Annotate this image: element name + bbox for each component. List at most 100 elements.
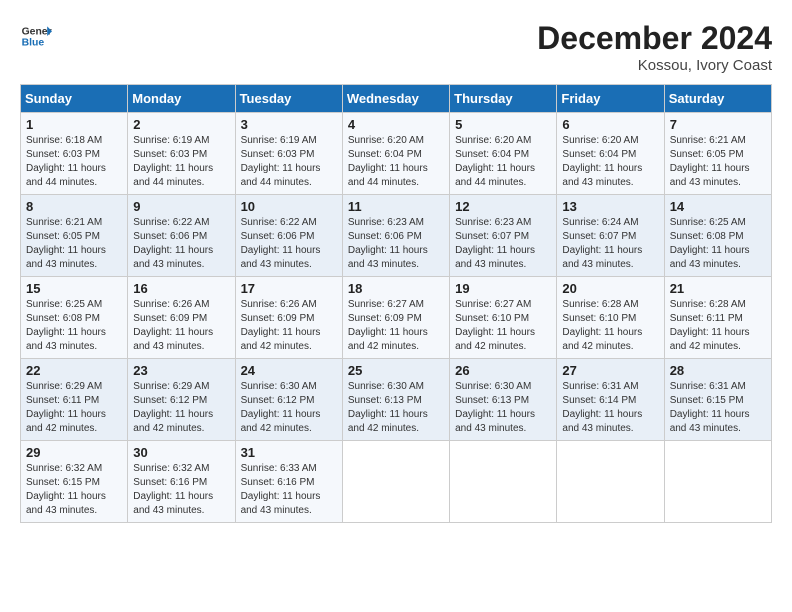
calendar-cell: 25 Sunrise: 6:30 AMSunset: 6:13 PMDayligh… (342, 359, 449, 441)
day-info: Sunrise: 6:25 AMSunset: 6:08 PMDaylight:… (26, 298, 122, 354)
logo-icon: General Blue (20, 20, 52, 52)
title-block: December 2024 Kossou, Ivory Coast (537, 20, 772, 74)
day-info: Sunrise: 6:24 AMSunset: 6:07 PMDaylight:… (562, 216, 658, 272)
day-info: Sunrise: 6:31 AMSunset: 6:15 PMDaylight:… (670, 380, 766, 436)
day-number: 17 (241, 281, 337, 296)
day-number: 21 (670, 281, 766, 296)
calendar-cell: 18 Sunrise: 6:27 AMSunset: 6:09 PMDayligh… (342, 277, 449, 359)
calendar-week-3: 15 Sunrise: 6:25 AMSunset: 6:08 PMDayligh… (21, 277, 772, 359)
day-number: 18 (348, 281, 444, 296)
calendar-cell: 13 Sunrise: 6:24 AMSunset: 6:07 PMDayligh… (557, 195, 664, 277)
day-number: 8 (26, 199, 122, 214)
calendar-cell (664, 441, 771, 523)
day-info: Sunrise: 6:32 AMSunset: 6:15 PMDaylight:… (26, 462, 122, 518)
day-number: 31 (241, 445, 337, 460)
calendar-table: Sunday Monday Tuesday Wednesday Thursday… (20, 84, 772, 523)
calendar-cell: 16 Sunrise: 6:26 AMSunset: 6:09 PMDayligh… (128, 277, 235, 359)
day-info: Sunrise: 6:22 AMSunset: 6:06 PMDaylight:… (133, 216, 229, 272)
header-monday: Monday (128, 85, 235, 113)
day-info: Sunrise: 6:28 AMSunset: 6:11 PMDaylight:… (670, 298, 766, 354)
calendar-cell: 23Sunrise: 6:29 AMSunset: 6:12 PMDayligh… (128, 359, 235, 441)
day-info: Sunrise: 6:27 AMSunset: 6:10 PMDaylight:… (455, 298, 551, 354)
day-number: 3 (241, 117, 337, 132)
header-thursday: Thursday (450, 85, 557, 113)
day-info: Sunrise: 6:18 AMSunset: 6:03 PMDaylight:… (26, 134, 122, 190)
day-info: Sunrise: 6:27 AMSunset: 6:09 PMDaylight:… (348, 298, 444, 354)
month-year: December 2024 (537, 20, 772, 57)
calendar-cell: 29Sunrise: 6:32 AMSunset: 6:15 PMDayligh… (21, 441, 128, 523)
calendar-week-4: 22 Sunrise: 6:29 AMSunset: 6:11 PMDayligh… (21, 359, 772, 441)
calendar-cell: 24 Sunrise: 6:30 AMSunset: 6:12 PMDayligh… (235, 359, 342, 441)
calendar-cell: 8 Sunrise: 6:21 AMSunset: 6:05 PMDaylight… (21, 195, 128, 277)
day-number: 30 (133, 445, 229, 460)
day-number: 12 (455, 199, 551, 214)
day-number: 1 (26, 117, 122, 132)
day-number: 13 (562, 199, 658, 214)
calendar-week-1: 1 Sunrise: 6:18 AMSunset: 6:03 PMDaylight… (21, 113, 772, 195)
header-saturday: Saturday (664, 85, 771, 113)
calendar-cell (342, 441, 449, 523)
day-info: Sunrise: 6:21 AMSunset: 6:05 PMDaylight:… (26, 216, 122, 272)
day-number: 10 (241, 199, 337, 214)
calendar-cell: 14Sunrise: 6:25 AMSunset: 6:08 PMDayligh… (664, 195, 771, 277)
calendar-cell: 27 Sunrise: 6:31 AMSunset: 6:14 PMDayligh… (557, 359, 664, 441)
location: Kossou, Ivory Coast (537, 57, 772, 74)
day-info: Sunrise: 6:31 AMSunset: 6:14 PMDaylight:… (562, 380, 658, 436)
calendar-cell: 11 Sunrise: 6:23 AMSunset: 6:06 PMDayligh… (342, 195, 449, 277)
day-info: Sunrise: 6:30 AMSunset: 6:13 PMDaylight:… (455, 380, 551, 436)
header-tuesday: Tuesday (235, 85, 342, 113)
day-info: Sunrise: 6:25 AMSunset: 6:08 PMDaylight:… (670, 216, 766, 272)
calendar-cell: 15 Sunrise: 6:25 AMSunset: 6:08 PMDayligh… (21, 277, 128, 359)
calendar-cell: 30 Sunrise: 6:32 AMSunset: 6:16 PMDayligh… (128, 441, 235, 523)
day-info: Sunrise: 6:32 AMSunset: 6:16 PMDaylight:… (133, 462, 229, 518)
day-number: 28 (670, 363, 766, 378)
day-info: Sunrise: 6:22 AMSunset: 6:06 PMDaylight:… (241, 216, 337, 272)
day-number: 9 (133, 199, 229, 214)
day-info: Sunrise: 6:26 AMSunset: 6:09 PMDaylight:… (133, 298, 229, 354)
calendar-cell: 28 Sunrise: 6:31 AMSunset: 6:15 PMDayligh… (664, 359, 771, 441)
calendar-cell: 19 Sunrise: 6:27 AMSunset: 6:10 PMDayligh… (450, 277, 557, 359)
day-info: Sunrise: 6:20 AMSunset: 6:04 PMDaylight:… (348, 134, 444, 190)
calendar-cell: 7Sunrise: 6:21 AMSunset: 6:05 PMDaylight… (664, 113, 771, 195)
day-info: Sunrise: 6:23 AMSunset: 6:06 PMDaylight:… (348, 216, 444, 272)
calendar-cell: 21 Sunrise: 6:28 AMSunset: 6:11 PMDayligh… (664, 277, 771, 359)
calendar-cell: 17 Sunrise: 6:26 AMSunset: 6:09 PMDayligh… (235, 277, 342, 359)
days-header-row: Sunday Monday Tuesday Wednesday Thursday… (21, 85, 772, 113)
header-wednesday: Wednesday (342, 85, 449, 113)
day-info: Sunrise: 6:26 AMSunset: 6:09 PMDaylight:… (241, 298, 337, 354)
day-info: Sunrise: 6:30 AMSunset: 6:12 PMDaylight:… (241, 380, 337, 436)
day-info: Sunrise: 6:20 AMSunset: 6:04 PMDaylight:… (455, 134, 551, 190)
day-info: Sunrise: 6:19 AMSunset: 6:03 PMDaylight:… (133, 134, 229, 190)
calendar-cell: 2Sunrise: 6:19 AMSunset: 6:03 PMDaylight… (128, 113, 235, 195)
day-number: 24 (241, 363, 337, 378)
calendar-cell (557, 441, 664, 523)
calendar-cell: 12Sunrise: 6:23 AMSunset: 6:07 PMDayligh… (450, 195, 557, 277)
calendar-cell: 31Sunrise: 6:33 AMSunset: 6:16 PMDayligh… (235, 441, 342, 523)
day-info: Sunrise: 6:30 AMSunset: 6:13 PMDaylight:… (348, 380, 444, 436)
page-header: General Blue December 2024 Kossou, Ivory… (20, 20, 772, 74)
day-number: 27 (562, 363, 658, 378)
calendar-cell: 5Sunrise: 6:20 AMSunset: 6:04 PMDaylight… (450, 113, 557, 195)
day-number: 20 (562, 281, 658, 296)
calendar-cell: 4Sunrise: 6:20 AMSunset: 6:04 PMDaylight… (342, 113, 449, 195)
day-number: 6 (562, 117, 658, 132)
calendar-cell: 20 Sunrise: 6:28 AMSunset: 6:10 PMDayligh… (557, 277, 664, 359)
day-number: 23 (133, 363, 229, 378)
calendar-cell: 9 Sunrise: 6:22 AMSunset: 6:06 PMDaylight… (128, 195, 235, 277)
day-info: Sunrise: 6:20 AMSunset: 6:04 PMDaylight:… (562, 134, 658, 190)
calendar-cell: 26 Sunrise: 6:30 AMSunset: 6:13 PMDayligh… (450, 359, 557, 441)
day-number: 16 (133, 281, 229, 296)
day-number: 7 (670, 117, 766, 132)
calendar-cell: 22 Sunrise: 6:29 AMSunset: 6:11 PMDayligh… (21, 359, 128, 441)
calendar-cell: 3Sunrise: 6:19 AMSunset: 6:03 PMDaylight… (235, 113, 342, 195)
day-number: 22 (26, 363, 122, 378)
day-info: Sunrise: 6:28 AMSunset: 6:10 PMDaylight:… (562, 298, 658, 354)
day-info: Sunrise: 6:29 AMSunset: 6:11 PMDaylight:… (26, 380, 122, 436)
day-number: 15 (26, 281, 122, 296)
calendar-cell: 1 Sunrise: 6:18 AMSunset: 6:03 PMDaylight… (21, 113, 128, 195)
logo: General Blue (20, 20, 52, 52)
day-number: 19 (455, 281, 551, 296)
day-number: 26 (455, 363, 551, 378)
day-number: 25 (348, 363, 444, 378)
day-number: 11 (348, 199, 444, 214)
